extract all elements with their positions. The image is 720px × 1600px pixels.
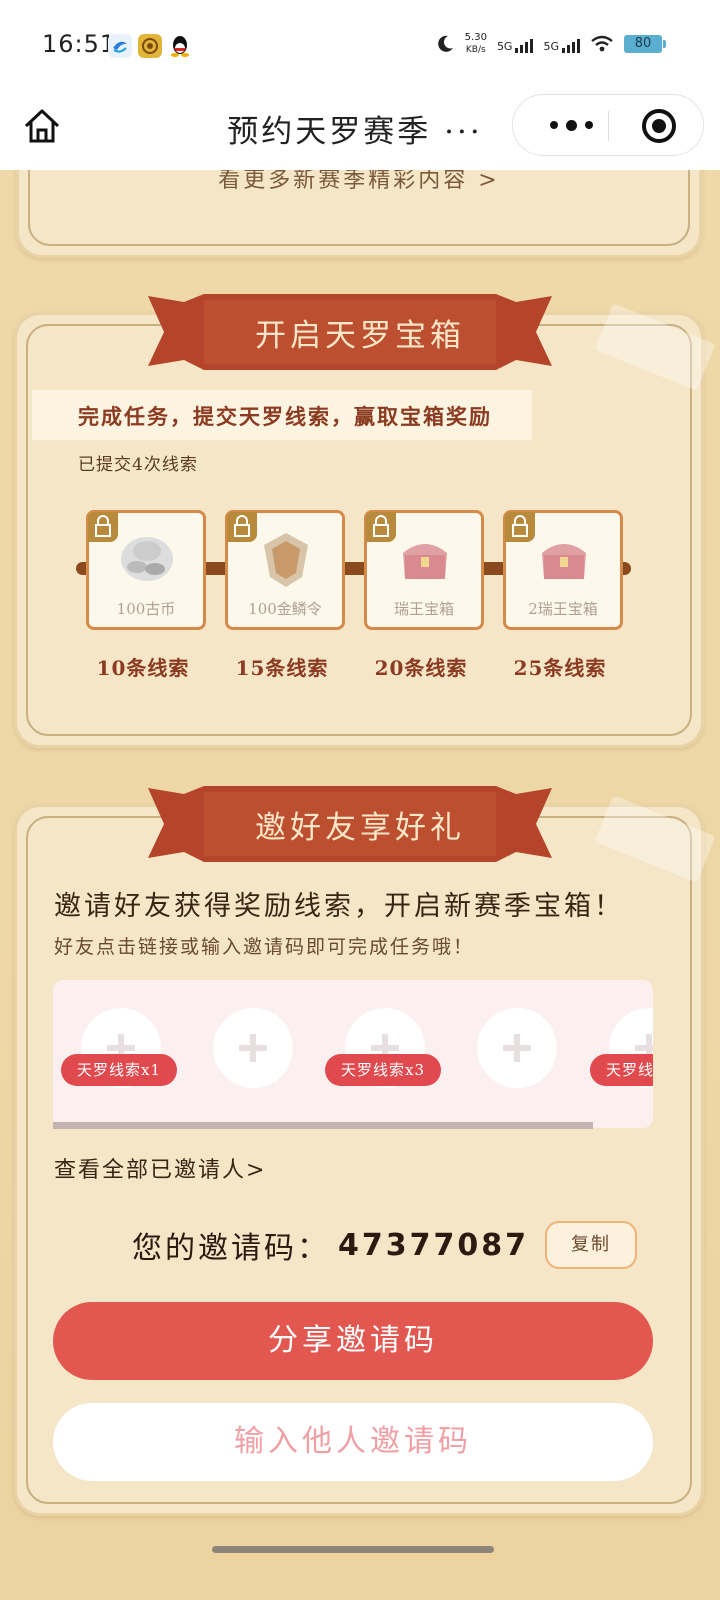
signal-2: 5G xyxy=(543,35,580,53)
status-indicators: 5.30 KB/s 5G 5G 80 xyxy=(435,32,666,56)
battery-indicator: 80 xyxy=(624,35,666,53)
dot-icon xyxy=(565,119,577,131)
home-indicator[interactable] xyxy=(212,1546,494,1553)
dot-icon xyxy=(549,121,558,129)
invite-title: 邀请好友获得奖励线索，开启新赛季宝箱！ xyxy=(54,891,624,922)
friend-slot[interactable] xyxy=(213,1008,293,1088)
reward-item[interactable]: 瑞王宝箱 xyxy=(364,510,484,630)
chest-banner-title: 开启天罗宝箱 xyxy=(255,318,465,354)
lock-icon xyxy=(88,512,118,542)
network-type-2: 5G xyxy=(543,40,559,53)
net-speed-unit: KB/s xyxy=(465,45,486,55)
reward-name: 瑞王宝箱 xyxy=(393,600,454,618)
more-options-button[interactable] xyxy=(541,111,601,139)
plus-icon xyxy=(239,1034,267,1062)
net-speed-value: 5.30 xyxy=(464,32,487,43)
submitted-count: 已提交4次线索 xyxy=(78,455,198,475)
horizontal-scrollbar[interactable] xyxy=(53,1122,593,1129)
signal-bars-icon xyxy=(562,35,580,53)
moon-icon xyxy=(437,35,453,52)
plus-icon xyxy=(503,1034,531,1062)
dot-icon xyxy=(584,121,593,129)
copy-button[interactable]: 复制 xyxy=(545,1221,637,1269)
token-icon xyxy=(264,533,308,587)
close-mini-program-icon[interactable] xyxy=(641,108,677,144)
signal-bars-icon xyxy=(515,35,534,53)
browser-app-icon xyxy=(108,34,132,58)
more-season-content-link[interactable]: 看更多新赛季精彩内容 > xyxy=(16,170,702,194)
signal-1: 5G xyxy=(497,35,534,53)
reward-name: 2瑞王宝箱 xyxy=(528,600,598,618)
reward-condition: 25条线索 xyxy=(513,656,607,680)
invite-code-row: 您的邀请码： 47377087 复制 xyxy=(132,1221,637,1269)
treasure-chest-icon xyxy=(542,544,586,579)
friend-slot[interactable] xyxy=(477,1008,557,1088)
invite-code-label: 您的邀请码： xyxy=(132,1231,330,1266)
reward-item[interactable]: 2瑞王宝箱 xyxy=(503,510,623,630)
slot-reward-tag: 天罗线 xyxy=(590,1054,653,1086)
invited-friends-list[interactable]: 天罗线索x1 天罗线索x3 天罗线 xyxy=(53,980,653,1128)
season-info-card: 看更多新赛季精彩内容 > xyxy=(16,170,702,258)
slot-reward-tag: 天罗线索x3 xyxy=(325,1054,442,1086)
view-all-invitees-link[interactable]: 查看全部已邀请人> xyxy=(54,1152,266,1184)
lock-icon xyxy=(366,512,396,542)
task-description: 完成任务，提交天罗线索，赢取宝箱奖励 xyxy=(78,404,492,429)
net-speed: 5.30 KB/s xyxy=(465,32,487,56)
reward-condition: 10条线索 xyxy=(96,656,190,680)
qq-icon xyxy=(168,34,192,58)
status-bar: 16:51 5.30 KB/s 5G 5G 80 xyxy=(0,0,720,92)
reward-item[interactable]: 100古币 xyxy=(86,510,206,630)
treasure-chest-icon xyxy=(403,544,447,579)
coins-icon xyxy=(121,537,173,581)
invite-banner-title: 邀好友享好礼 xyxy=(255,810,465,846)
reward-condition: 20条线索 xyxy=(374,656,468,680)
share-invite-code-button[interactable]: 分享邀请码 xyxy=(53,1302,653,1380)
capsule-divider xyxy=(608,111,609,141)
task-strip: 完成任务，提交天罗线索，赢取宝箱奖励 xyxy=(32,390,532,440)
game-app-icon xyxy=(138,34,162,58)
enter-invite-code-button[interactable]: 输入他人邀请码 xyxy=(53,1403,653,1481)
reward-item[interactable]: 100金鳞令 xyxy=(225,510,345,630)
status-time: 16:51 xyxy=(42,30,117,58)
lock-icon xyxy=(227,512,257,542)
mini-program-navbar: 预约天罗赛季 ··· xyxy=(0,92,720,170)
network-type-1: 5G xyxy=(496,40,513,53)
invite-code-value: 47377087 xyxy=(338,1227,529,1263)
wifi-icon xyxy=(591,35,613,52)
invite-subtitle: 好友点击链接或输入邀请码即可完成任务哦！ xyxy=(54,936,475,958)
reward-name: 100金鳞令 xyxy=(248,600,322,618)
capsule-menu xyxy=(512,94,704,156)
lock-icon xyxy=(505,512,535,542)
page-content[interactable]: 看更多新赛季精彩内容 > 开启天罗宝箱 完成任务，提交天罗线索，赢取宝箱奖励 已… xyxy=(0,170,720,1600)
reward-condition: 15条线索 xyxy=(235,656,329,680)
slot-reward-tag: 天罗线索x1 xyxy=(61,1054,178,1086)
reward-name: 100古币 xyxy=(116,600,176,618)
